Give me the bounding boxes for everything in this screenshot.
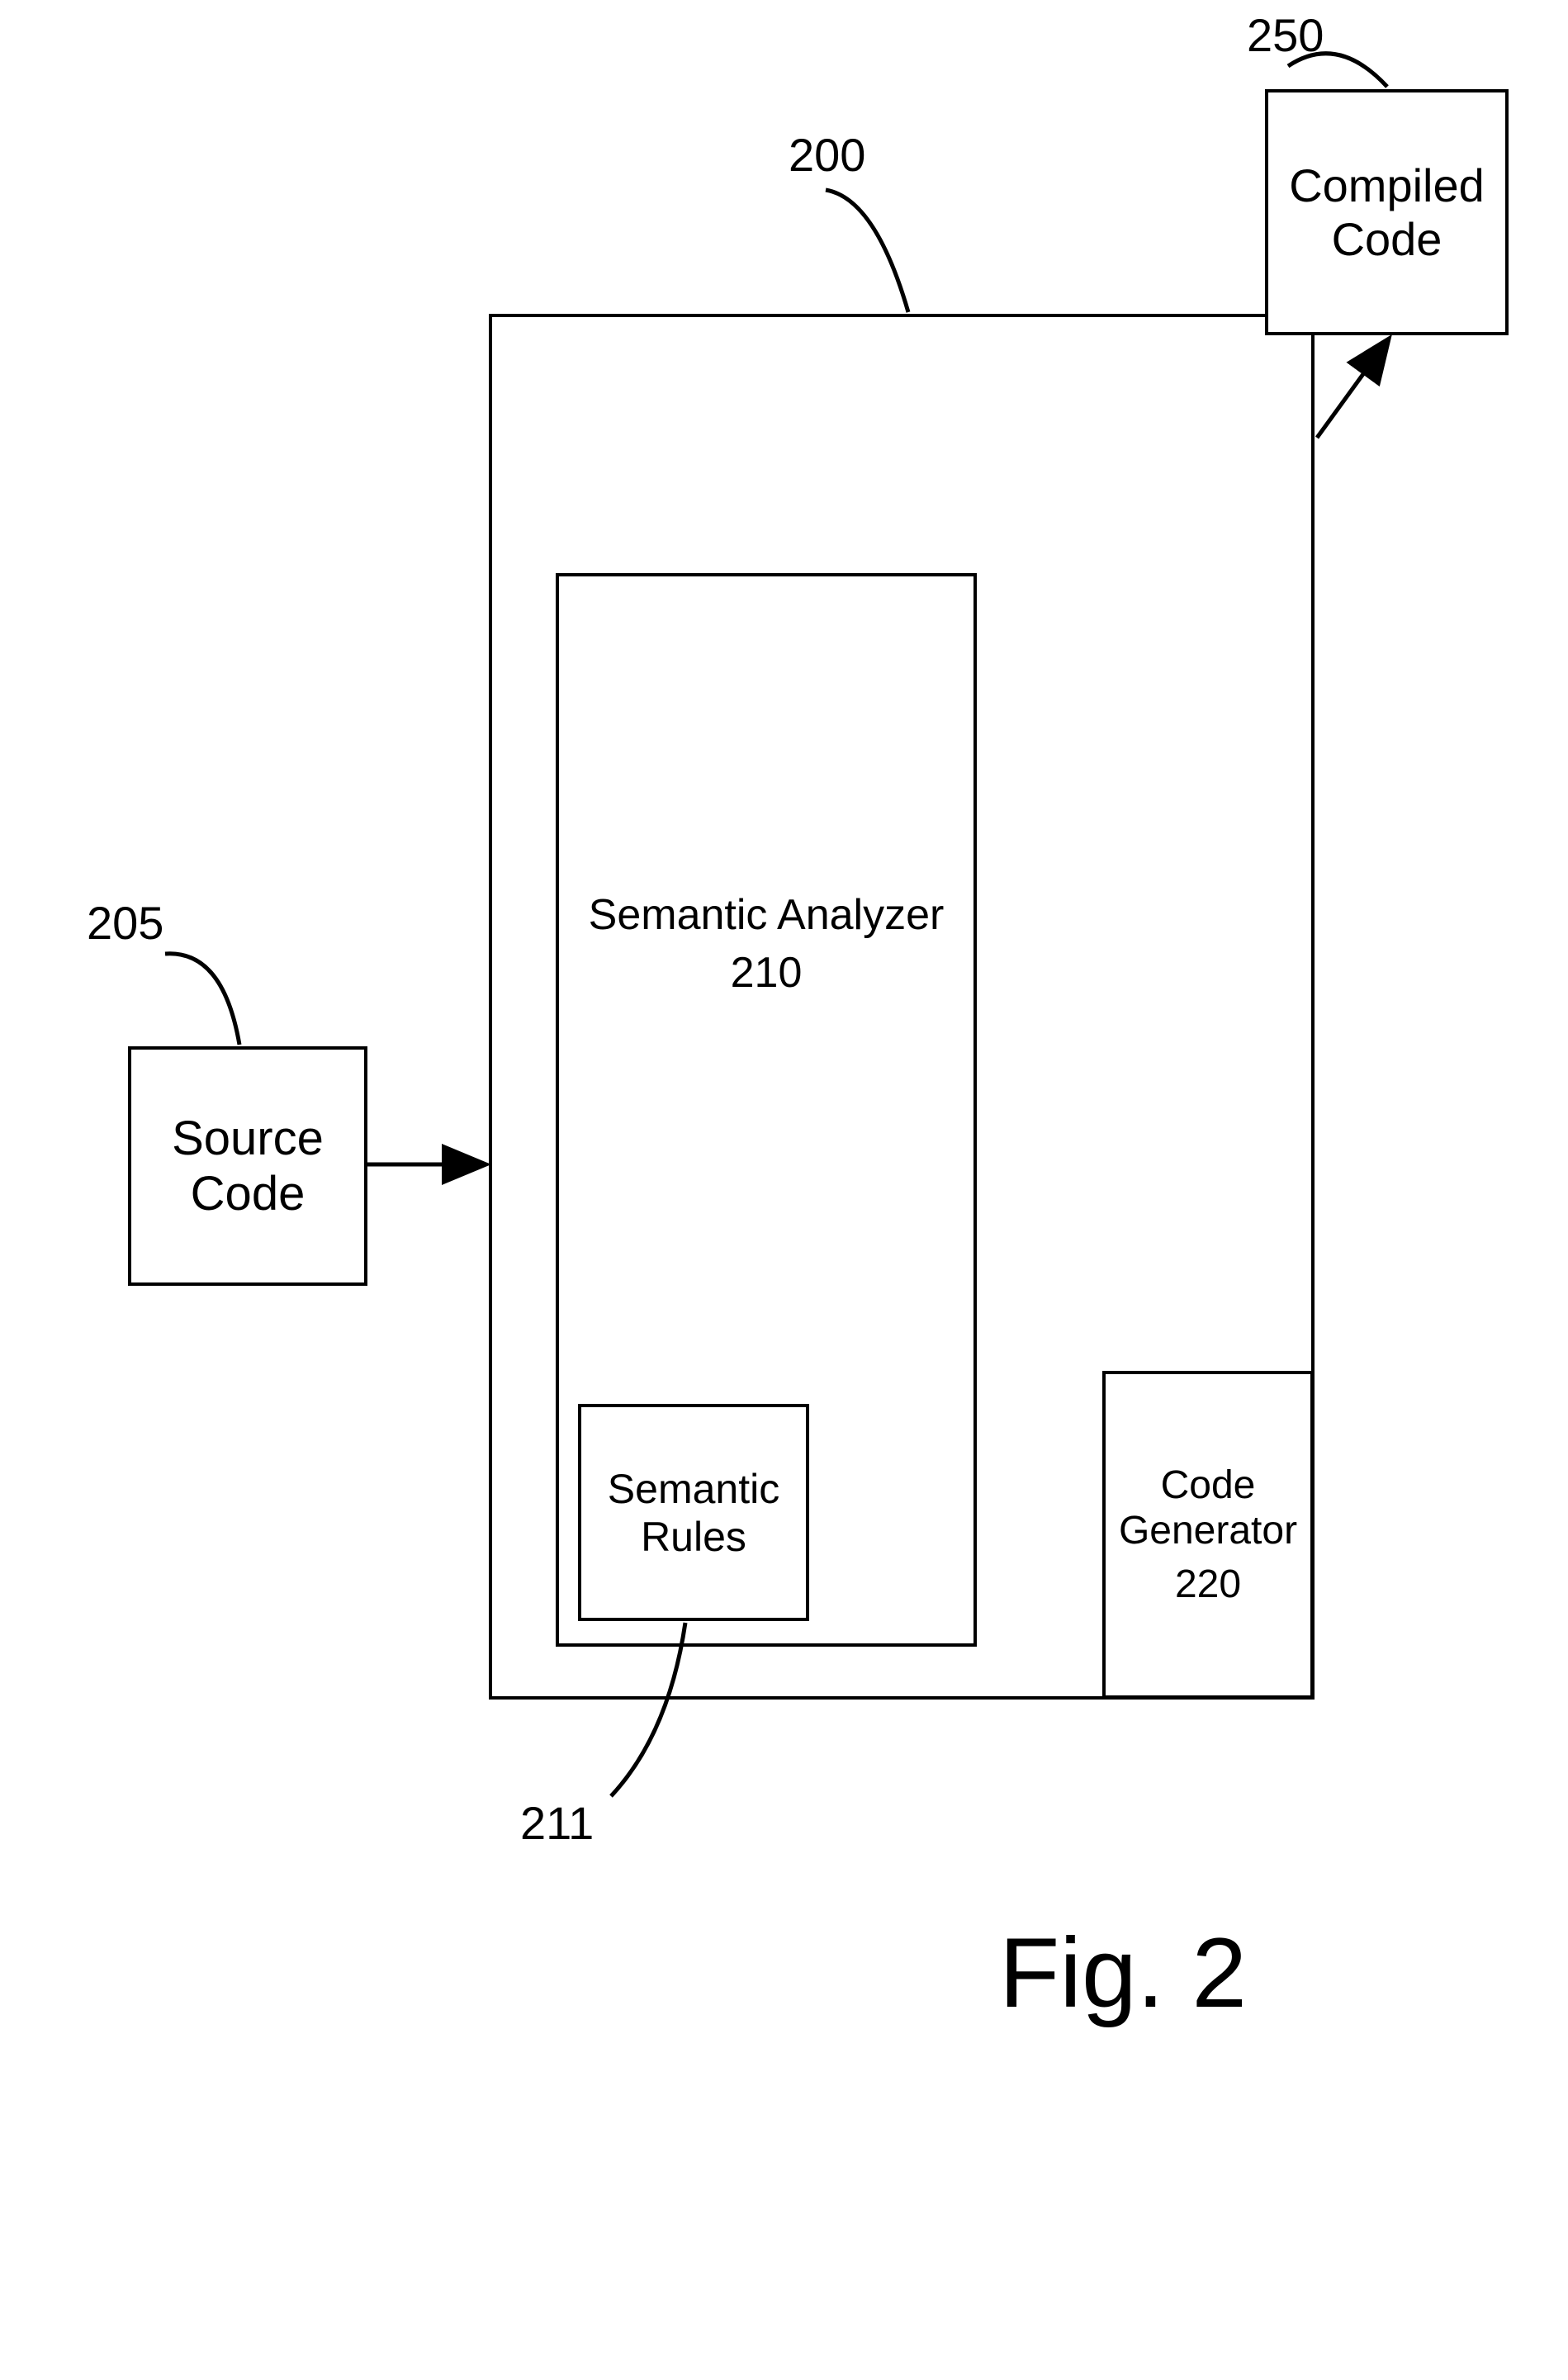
semantic-rules-box: Semantic Rules	[578, 1404, 809, 1621]
curve-200	[826, 190, 908, 312]
figure-label: Fig. 2	[999, 1916, 1247, 2030]
compiled-code-box: Compiled Code	[1265, 89, 1509, 335]
label-205: 205	[87, 896, 163, 950]
code-generator-text-2: 220	[1175, 1562, 1241, 1607]
label-211: 211	[520, 1796, 594, 1850]
semantic-analyzer-text-1: Semantic Analyzer	[589, 890, 945, 940]
source-code-box: Source Code	[128, 1046, 367, 1286]
compiled-code-text-1: Compiled	[1289, 159, 1485, 212]
label-200: 200	[789, 128, 865, 182]
source-code-text-1: Source	[172, 1111, 324, 1166]
semantic-rules-text-2: Rules	[641, 1513, 746, 1561]
code-generator-box: Code Generator 220	[1102, 1371, 1314, 1699]
compiled-code-text-2: Code	[1332, 212, 1442, 266]
curve-205	[165, 954, 239, 1045]
arrow-compiler-to-compiled	[1317, 341, 1387, 438]
semantic-rules-text-1: Semantic	[608, 1465, 779, 1513]
semantic-analyzer-text-2: 210	[731, 948, 803, 998]
source-code-text-2: Code	[191, 1166, 306, 1221]
code-generator-text-1: Code Generator	[1106, 1463, 1310, 1553]
label-250: 250	[1247, 8, 1324, 62]
